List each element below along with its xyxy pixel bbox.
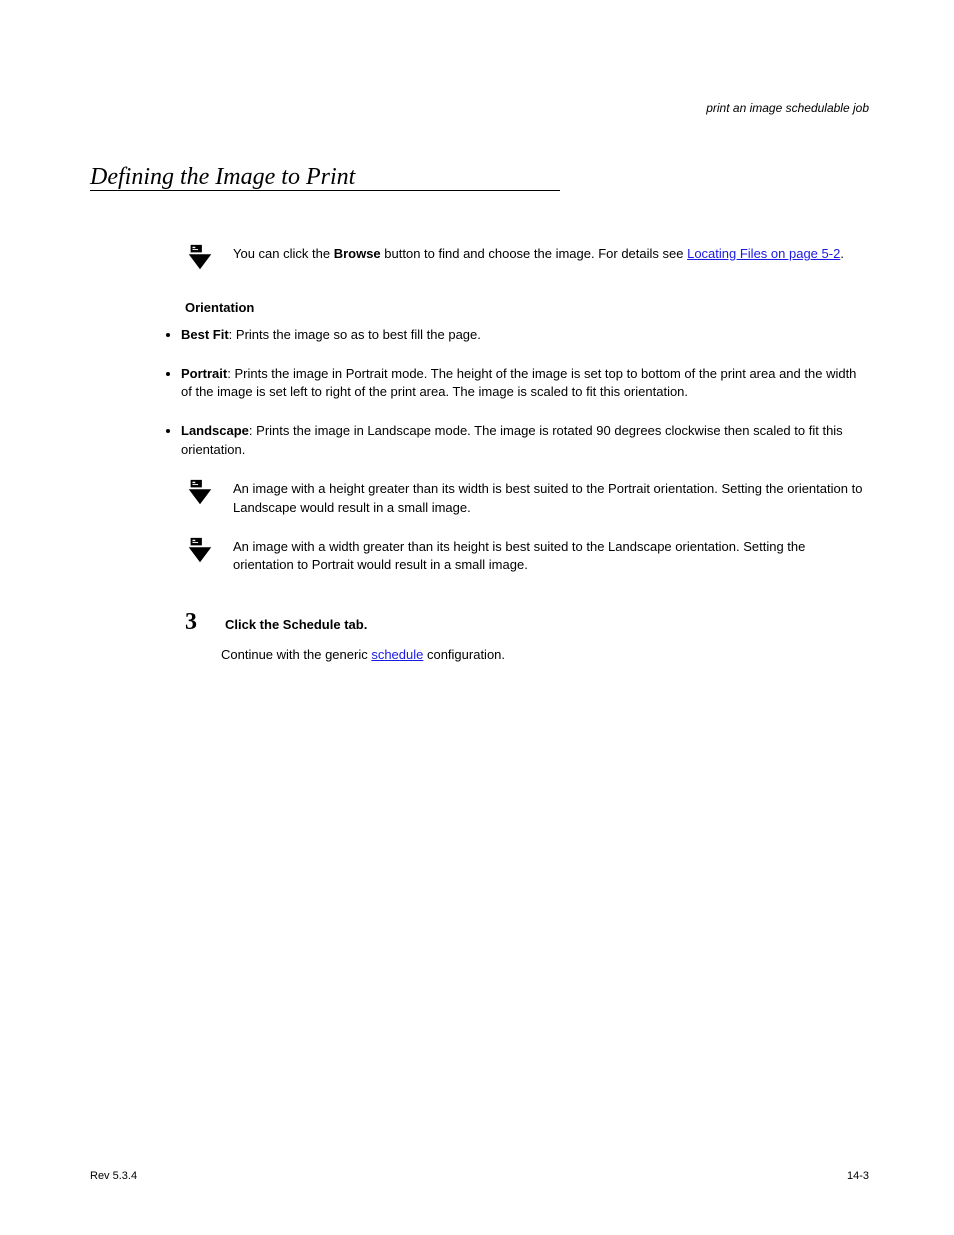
orientation-label: Orientation (185, 299, 869, 318)
step3-body-pre: Continue with the generic (221, 647, 371, 662)
option-name: Landscape (181, 423, 249, 438)
list-item: Best Fit: Prints the image so as to best… (181, 326, 869, 345)
note1-pre: You can click the (233, 246, 334, 261)
note-block-browse: You can click the Browse button to find … (185, 245, 869, 279)
option-name: Best Fit (181, 327, 229, 342)
step-3-body: Continue with the generic schedule confi… (221, 646, 869, 665)
note1-period: . (840, 246, 844, 261)
title-rule (90, 190, 560, 191)
browse-button-label: Browse (334, 246, 381, 261)
step3-title-post: tab. (341, 617, 368, 632)
schedule-link[interactable]: schedule (371, 647, 423, 662)
note-text: You can click the Browse button to find … (233, 245, 869, 264)
footer-page-number: 14-3 (847, 1169, 869, 1185)
option-desc: Prints the image in Portrait mode. The h… (181, 366, 856, 400)
step3-title-pre: Click the (225, 617, 283, 632)
note-icon (185, 243, 215, 279)
step-number: 3 (185, 605, 221, 640)
option-name: Portrait (181, 366, 227, 381)
option-desc: Prints the image so as to best fill the … (236, 327, 481, 342)
footer-revision: Rev 5.3.4 (90, 1169, 137, 1185)
note-text: An image with a height greater than its … (233, 480, 869, 518)
option-desc: Prints the image in Landscape mode. The … (181, 423, 843, 457)
locating-files-link[interactable]: Locating Files on page 5-2 (687, 246, 840, 261)
list-item: Landscape: Prints the image in Landscape… (181, 422, 869, 460)
step-3-heading: 3 Click the Schedule tab. (185, 605, 869, 640)
schedule-tab-label: Schedule (283, 617, 341, 632)
note-icon (185, 536, 215, 572)
note-icon (185, 478, 215, 514)
note-block-landscape: An image with a width greater than its h… (185, 538, 869, 576)
step3-body-post: configuration. (423, 647, 505, 662)
note-text: An image with a width greater than its h… (233, 538, 869, 576)
list-item: Portrait: Prints the image in Portrait m… (181, 365, 869, 403)
note1-post: button to find and choose the image. For… (381, 246, 687, 261)
running-head: print an image schedulable job (706, 100, 869, 117)
note-block-portrait: An image with a height greater than its … (185, 480, 869, 518)
orientation-options-list: Best Fit: Prints the image so as to best… (161, 326, 869, 460)
